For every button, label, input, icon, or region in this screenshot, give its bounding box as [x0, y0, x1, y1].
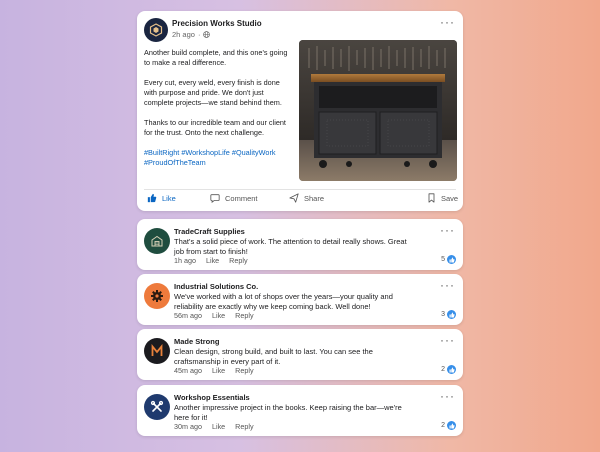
comment-card: Workshop Essentials Another impressive p… [137, 385, 463, 436]
warehouse-icon [151, 235, 163, 247]
reaction-count-value: 5 [441, 256, 445, 263]
comment-text: We've worked with a lot of shops over th… [174, 292, 393, 311]
comment-author[interactable]: Workshop Essentials [174, 393, 250, 402]
comment-time: 56m ago [174, 311, 202, 320]
save-button[interactable]: Save [427, 193, 458, 203]
post-more-icon[interactable]: ··· [440, 16, 455, 28]
post-hashtags[interactable]: #BuiltRight #WorkshopLife #QualityWork #… [144, 148, 294, 168]
comment-author[interactable]: Industrial Solutions Co. [174, 282, 258, 291]
thumbs-up-badge-icon [447, 255, 456, 264]
reaction-count[interactable]: 5 [441, 255, 456, 264]
share-button[interactable]: Share [289, 193, 324, 203]
bookmark-icon [428, 193, 435, 203]
comment-author[interactable]: Made Strong [174, 337, 219, 346]
thumbs-up-badge-icon [447, 421, 456, 430]
save-label: Save [441, 193, 459, 203]
comment-card: Industrial Solutions Co. We've worked wi… [137, 274, 463, 325]
comment-card: Made Strong Clean design, strong build, … [137, 329, 463, 380]
comment-avatar[interactable] [144, 228, 170, 254]
post-author-avatar[interactable] [144, 18, 168, 42]
comment-reply-button[interactable]: Reply [235, 422, 253, 431]
thumbs-up-badge-icon [447, 310, 456, 319]
comment-label: Comment [225, 193, 258, 203]
thumbs-up-badge-icon [447, 365, 456, 374]
post-author-name[interactable]: Precision Works Studio [172, 19, 262, 28]
like-label: Like [162, 193, 176, 203]
comment-like-button[interactable]: Like [206, 256, 219, 265]
post-time: 2h ago [172, 30, 195, 39]
workbench-cabinet-photo [299, 40, 457, 181]
letter-m-logo-icon [151, 344, 163, 356]
comment-icon [210, 194, 220, 203]
comment-more-icon[interactable]: ··· [440, 390, 455, 402]
comment-more-icon[interactable]: ··· [440, 224, 455, 236]
comment-meta: 30m ago Like Reply [174, 422, 254, 431]
comment-time: 1h ago [174, 256, 196, 265]
post-image[interactable] [299, 40, 457, 181]
comment-reply-button[interactable]: Reply [235, 366, 253, 375]
comment-text: That's a solid piece of work. The attent… [174, 237, 407, 256]
comment-avatar[interactable] [144, 394, 170, 420]
comment-text: Another impressive project in the books.… [174, 403, 402, 422]
post-body: Another build complete, and this one's g… [144, 48, 294, 178]
thumbs-up-icon [147, 193, 157, 203]
gear-icon [151, 290, 163, 302]
reaction-count[interactable]: 2 [441, 365, 456, 374]
comment-avatar[interactable] [144, 338, 170, 364]
comment-meta: 56m ago Like Reply [174, 311, 254, 320]
reaction-count-value: 2 [441, 422, 445, 429]
comment-button[interactable]: Comment [210, 193, 258, 203]
post-paragraph: Thanks to our incredible team and our cl… [144, 118, 286, 137]
comment-like-button[interactable]: Like [212, 422, 225, 431]
comment-reply-button[interactable]: Reply [235, 311, 253, 320]
comment-author[interactable]: TradeCraft Supplies [174, 227, 245, 236]
post-paragraph: Another build complete, and this one's g… [144, 48, 288, 67]
comment-like-button[interactable]: Like [212, 366, 225, 375]
comment-text: Clean design, strong build, and built to… [174, 347, 373, 366]
comment-like-button[interactable]: Like [212, 311, 225, 320]
post-meta: 2h ago · [172, 30, 211, 39]
comment-more-icon[interactable]: ··· [440, 279, 455, 291]
comment-meta: 45m ago Like Reply [174, 366, 254, 375]
post-divider [144, 189, 456, 190]
reaction-count-value: 3 [441, 311, 445, 318]
post-paragraph: Every cut, every weld, every finish is d… [144, 78, 282, 107]
reaction-count-value: 2 [441, 366, 445, 373]
share-label: Share [304, 193, 325, 203]
comment-time: 45m ago [174, 366, 202, 375]
share-icon [289, 193, 299, 203]
crossed-tools-icon [150, 400, 164, 412]
comment-meta: 1h ago Like Reply [174, 256, 248, 265]
globe-icon [203, 31, 211, 38]
comment-avatar[interactable] [144, 283, 170, 309]
post-card: Precision Works Studio 2h ago · ··· Anot… [137, 11, 463, 211]
reaction-count[interactable]: 3 [441, 310, 456, 319]
comment-card: TradeCraft Supplies That's a solid piece… [137, 219, 463, 270]
comment-more-icon[interactable]: ··· [440, 334, 455, 346]
hexagon-logo-icon [149, 23, 163, 37]
comment-reply-button[interactable]: Reply [229, 256, 247, 265]
like-button[interactable]: Like [147, 193, 176, 203]
comment-time: 30m ago [174, 422, 202, 431]
post-actions-bar: Like Comment Share Save [137, 191, 463, 209]
reaction-count[interactable]: 2 [441, 421, 456, 430]
